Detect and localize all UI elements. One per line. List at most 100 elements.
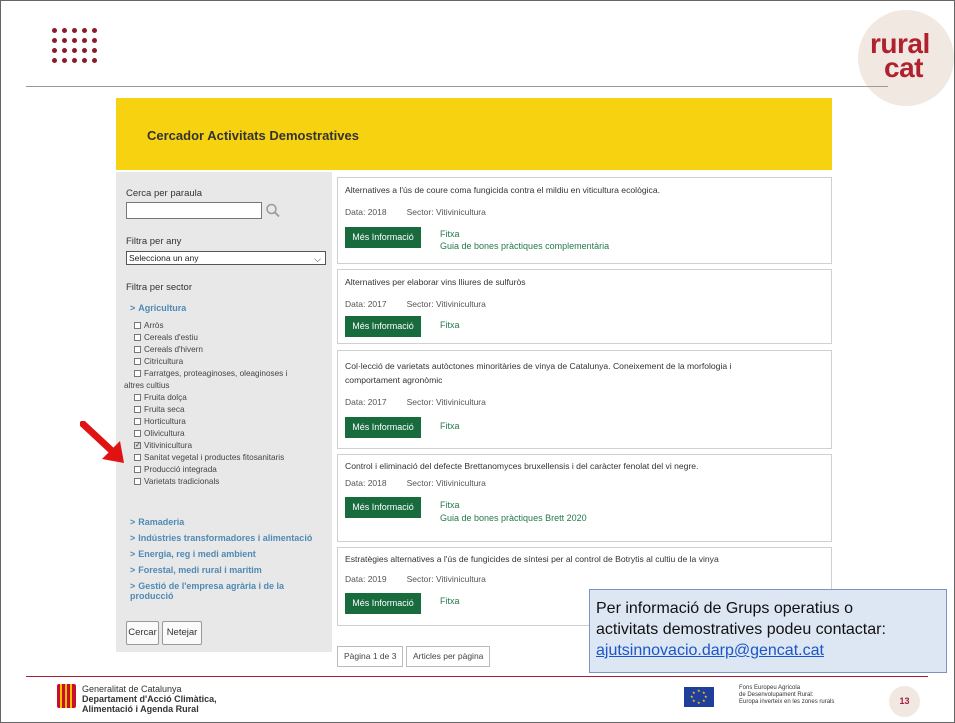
- sector-agricultura[interactable]: > Agricultura: [130, 303, 186, 313]
- checkbox-horticultura[interactable]: Horticultura: [134, 417, 186, 426]
- result-meta: Data: 2017 Sector: Vitivinicultura: [345, 299, 486, 309]
- fitxa-link[interactable]: Fitxa: [440, 500, 460, 510]
- per-page-button[interactable]: Articles per pàgina: [406, 646, 491, 667]
- checkbox-label: Citricultura: [144, 357, 184, 366]
- search-icon[interactable]: [265, 202, 281, 219]
- fitxa-link[interactable]: Fitxa: [440, 320, 460, 330]
- checkbox-icon[interactable]: [134, 406, 141, 413]
- fitxa-link[interactable]: Fitxa: [440, 596, 460, 606]
- checkbox-icon[interactable]: [134, 418, 141, 425]
- checkbox-arros[interactable]: Arròs: [134, 321, 164, 330]
- eafrd-line-1: Fons Europeu Agrícola: [739, 685, 801, 691]
- result-title-cont: comportament agronòmic: [345, 375, 443, 385]
- checkbox-citricultura[interactable]: Citricultura: [134, 357, 183, 366]
- checkbox-label: altres cultius: [124, 381, 170, 390]
- date-label: Data:: [345, 574, 366, 584]
- checkbox-icon[interactable]: [134, 370, 141, 377]
- sector-energia[interactable]: > Energia, reg i medi ambient: [130, 549, 256, 559]
- chevron-right-icon: >: [130, 565, 136, 575]
- checkbox-fruita-seca[interactable]: Fruita seca: [134, 405, 185, 414]
- sector-label: Sector:: [406, 574, 434, 584]
- more-info-button[interactable]: Més Informació: [345, 417, 421, 438]
- checkbox-cereals-estiu[interactable]: Cereals d'estiu: [134, 333, 198, 342]
- header-divider: [26, 86, 888, 87]
- sector-label: Sector:: [406, 478, 434, 488]
- red-arrow-icon: [80, 421, 124, 463]
- checkbox-farratges[interactable]: Farratges, proteaginoses, oleaginoses i: [134, 369, 287, 378]
- checkbox-icon[interactable]: [134, 394, 141, 401]
- sector-industries[interactable]: > Indústries transformadores i alimentaci…: [130, 533, 312, 543]
- result-meta: Data: 2018 Sector: Vitivinicultura: [345, 207, 486, 217]
- sector-ramaderia[interactable]: > Ramaderia: [130, 517, 184, 527]
- search-button[interactable]: Cercar: [126, 621, 159, 645]
- checkbox-icon[interactable]: [134, 322, 141, 329]
- checkbox-sanitat-vegetal[interactable]: Sanitat vegetal i productes fitosanitari…: [134, 453, 284, 462]
- checkbox-vitivinicultura[interactable]: ✓ Vitivinicultura: [134, 441, 192, 450]
- fitxa-link[interactable]: Fitxa: [440, 421, 460, 431]
- sector-forestal[interactable]: > Forestal, medi rural i marítim: [130, 565, 262, 575]
- sector-energia-label: Energia, reg i medi ambient: [138, 549, 256, 559]
- gencat-footer-text: Generalitat de Catalunya Departament d'A…: [82, 684, 217, 714]
- checkbox-produccio-integrada[interactable]: Producció integrada: [134, 465, 217, 474]
- more-info-button[interactable]: Més Informació: [345, 316, 421, 337]
- result-card: Alternatives per elaborar vins lliures d…: [337, 269, 832, 344]
- date-label: Data:: [345, 299, 366, 309]
- checkbox-icon[interactable]: [134, 346, 141, 353]
- sector-gestio-label: Gestió de l'empresa agrària i de la: [138, 581, 284, 591]
- year-filter-label: Filtra per any: [126, 236, 182, 247]
- more-info-button[interactable]: Més Informació: [345, 497, 421, 518]
- checkbox-icon[interactable]: [134, 358, 141, 365]
- gencat-department-cont: Alimentació i Agenda Rural: [82, 704, 199, 714]
- checkbox-icon[interactable]: [134, 454, 141, 461]
- search-label: Cerca per paraula: [126, 188, 203, 199]
- guide-link[interactable]: Guia de bones pràctiques Brett 2020: [440, 513, 587, 523]
- date-value: 2018: [367, 478, 387, 488]
- fitxa-link[interactable]: Fitxa: [440, 229, 460, 239]
- sector-gestio-cont[interactable]: producció: [130, 591, 174, 601]
- date-value: 2019: [367, 574, 387, 584]
- result-title[interactable]: Alternatives per elaborar vins lliures d…: [345, 275, 815, 289]
- checkbox-olivicultura[interactable]: Olivicultura: [134, 429, 185, 438]
- clear-button[interactable]: Netejar: [162, 621, 202, 645]
- checkbox-label: Farratges, proteaginoses, oleaginoses i: [144, 369, 288, 378]
- eafrd-line-3: Europa inverteix en les zones rurals: [739, 699, 835, 705]
- more-info-button[interactable]: Més Informació: [345, 227, 421, 248]
- checkbox-icon[interactable]: [134, 334, 141, 341]
- checkbox-farratges-cont: altres cultius: [124, 381, 170, 390]
- result-title[interactable]: Estratègies alternatives a l'ús de fungi…: [345, 552, 815, 566]
- sector-value: Vitivinicultura: [435, 478, 486, 488]
- search-input[interactable]: [126, 202, 262, 219]
- year-select[interactable]: Selecciona un any ⌵: [126, 251, 326, 265]
- page-indicator[interactable]: Pàgina 1 de 3: [337, 646, 404, 667]
- checkbox-icon[interactable]: [134, 430, 141, 437]
- more-info-button[interactable]: Més Informació: [345, 593, 421, 614]
- contact-email-link[interactable]: ajutsinnovacio.darp@gencat.cat: [596, 640, 940, 661]
- result-title[interactable]: Control i eliminació del defecte Brettan…: [345, 459, 815, 473]
- chevron-down-icon: ⌵: [314, 254, 321, 264]
- date-value: 2017: [367, 397, 387, 407]
- checkbox-icon[interactable]: [134, 466, 141, 473]
- checkbox-cereals-hivern[interactable]: Cereals d'hivern: [134, 345, 203, 354]
- dots-logo: [52, 28, 98, 74]
- sector-value: Vitivinicultura: [435, 207, 486, 217]
- checkbox-checked-icon[interactable]: ✓: [134, 442, 141, 449]
- checkbox-label: Vitivinicultura: [144, 441, 193, 450]
- chevron-right-icon: >: [130, 549, 136, 559]
- date-value: 2018: [367, 207, 387, 217]
- sector-label: Sector:: [406, 299, 434, 309]
- checkbox-varietats-tradicionals[interactable]: Varietats tradicionals: [134, 477, 219, 486]
- result-title[interactable]: Col·lecció de varietats autòctones minor…: [345, 359, 815, 373]
- checkbox-fruita-dolca[interactable]: Fruita dolça: [134, 393, 187, 402]
- eafrd-line-2: de Desenvolupament Rural:: [739, 692, 814, 698]
- checkbox-label: Horticultura: [144, 417, 186, 426]
- chevron-right-icon: >: [130, 533, 136, 543]
- checkbox-label: Cereals d'hivern: [144, 345, 203, 354]
- checkbox-icon[interactable]: [134, 478, 141, 485]
- chevron-right-icon: >: [130, 581, 136, 591]
- search-banner: Cercador Activitats Demostratives: [116, 98, 832, 170]
- date-label: Data:: [345, 397, 366, 407]
- result-title[interactable]: Alternatives a l'ús de coure coma fungic…: [345, 183, 815, 197]
- results-list: Alternatives a l'ús de coure coma fungic…: [337, 172, 832, 652]
- sector-gestio[interactable]: > Gestió de l'empresa agrària i de la: [130, 581, 284, 591]
- guide-link[interactable]: Guia de bones pràctiques complementària: [440, 241, 609, 251]
